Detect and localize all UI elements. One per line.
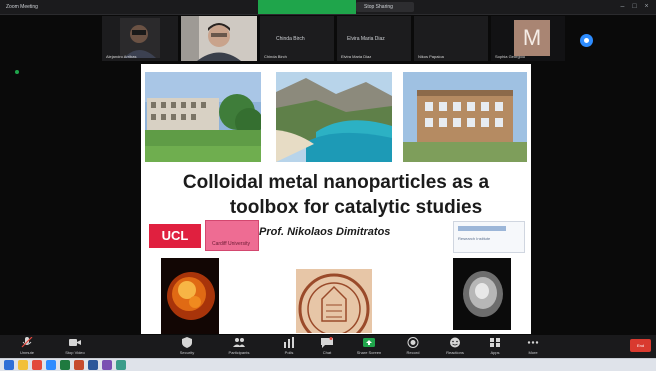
research-building-photo (403, 72, 527, 162)
more-label: More (528, 350, 538, 355)
university-logo-caption: Cardiff University (212, 241, 250, 247)
participant-name: Elvira Maria Diaz (341, 54, 372, 59)
window-title: Zoom Meeting (6, 4, 38, 10)
os-taskbar (0, 358, 656, 371)
slide-author: Prof. Nikolaos Dimitratos (259, 226, 391, 238)
chat-button[interactable]: Chat (310, 336, 344, 357)
browser-icon[interactable] (32, 360, 42, 370)
title-bar: Zoom Meeting Stop Sharing – □ × (0, 0, 656, 15)
share-settings-icon[interactable] (580, 34, 593, 47)
close-icon[interactable]: × (642, 2, 651, 11)
participants-icon (233, 338, 245, 347)
maximize-icon[interactable]: □ (630, 2, 639, 11)
mic-muted-icon (21, 337, 33, 348)
reactions-label: Reactions (446, 350, 464, 355)
polls-button[interactable]: Polls (272, 336, 306, 357)
security-label: Security (179, 350, 195, 355)
institute-logo: Research Institute (453, 221, 525, 253)
participant-avatar[interactable]: M (514, 20, 550, 56)
chat-icon (321, 337, 333, 348)
share-screen-icon (363, 338, 375, 347)
slide-title-line-2: toolbox for catalytic studies (229, 197, 483, 218)
teams-app-icon[interactable] (116, 360, 126, 370)
slide-title-line-1: Colloidal metal nanoparticles as a (182, 172, 490, 193)
end-meeting-button[interactable]: End (630, 339, 651, 352)
record-button[interactable]: Record (396, 336, 430, 357)
polls-label: Polls (284, 350, 294, 355)
share-screen-label: Share Screen (356, 350, 382, 355)
media-app-icon[interactable] (102, 360, 112, 370)
meeting-toolbar: Unmute Stop Video Security Participants … (0, 335, 656, 358)
security-button[interactable]: Security (170, 336, 204, 357)
share-screen-button[interactable]: Share Screen (352, 336, 386, 357)
stop-video-button[interactable]: Stop Video (58, 336, 92, 357)
reactions-icon (450, 337, 460, 348)
ucl-logo: UCL (149, 224, 201, 248)
tem-particle-image (453, 258, 511, 330)
participant-name: Alejandro Arribas (106, 54, 137, 59)
participant-gallery: Alejandro Arribas Chinda Birch Chinda Bi… (0, 16, 656, 62)
participant-name: Nikos Papaioa (418, 54, 444, 59)
university-building-photo (145, 72, 261, 162)
minimize-icon[interactable]: – (618, 2, 627, 11)
participant-tile[interactable]: Chinda Birch Chinda Birch (260, 16, 334, 61)
participant-video-icon (120, 18, 160, 58)
screen-sharing-indicator[interactable] (258, 0, 356, 14)
coastline-photo (276, 72, 392, 162)
participant-tile[interactable]: Elvira Maria Diaz Elvira Maria Diaz (337, 16, 411, 61)
participant-display-name: Elvira Maria Diaz (347, 36, 385, 42)
connection-status-icon (15, 70, 19, 74)
participant-tile[interactable] (181, 16, 257, 61)
record-icon (407, 337, 419, 348)
presentation-app-icon[interactable] (74, 360, 84, 370)
participant-display-name: Chinda Birch (276, 36, 305, 42)
participant-name: Chinda Birch (264, 54, 287, 59)
participant-video-icon (181, 16, 257, 61)
word-app-icon[interactable] (88, 360, 98, 370)
unmute-button[interactable]: Unmute (10, 336, 44, 357)
shared-screen-slide: Colloidal metal nanoparticles as a toolb… (141, 64, 531, 334)
more-icon (527, 341, 539, 344)
stop-video-label: Stop Video (65, 350, 85, 355)
university-seal-image (296, 269, 372, 333)
reactions-button[interactable]: Reactions (438, 336, 472, 357)
institute-logo-caption: Research Institute (458, 236, 491, 241)
apps-label: Apps (490, 350, 500, 355)
university-logo: Cardiff University (205, 220, 259, 251)
more-button[interactable]: More (516, 336, 550, 357)
apps-button[interactable]: Apps (478, 336, 512, 357)
poll-icon (284, 337, 294, 348)
participants-label: Participants (228, 350, 250, 355)
participant-tile[interactable]: Alejandro Arribas (102, 16, 178, 61)
file-explorer-icon[interactable] (18, 360, 28, 370)
start-menu-icon[interactable] (4, 360, 14, 370)
unmute-label: Unmute (19, 350, 34, 355)
record-label: Record (406, 350, 420, 355)
chat-label: Chat (322, 350, 332, 355)
participant-tile[interactable]: Nikos Papaioa (414, 16, 488, 61)
apps-icon (490, 338, 500, 347)
nanoparticle-map-image (161, 258, 219, 334)
zoom-app-icon[interactable] (46, 360, 56, 370)
video-camera-icon (69, 339, 81, 346)
stop-share-pill[interactable]: Stop Sharing (356, 2, 414, 12)
stop-share-label: Stop Sharing (364, 4, 393, 10)
shield-icon (182, 337, 192, 348)
participants-button[interactable]: Participants (222, 336, 256, 357)
spreadsheet-app-icon[interactable] (60, 360, 70, 370)
